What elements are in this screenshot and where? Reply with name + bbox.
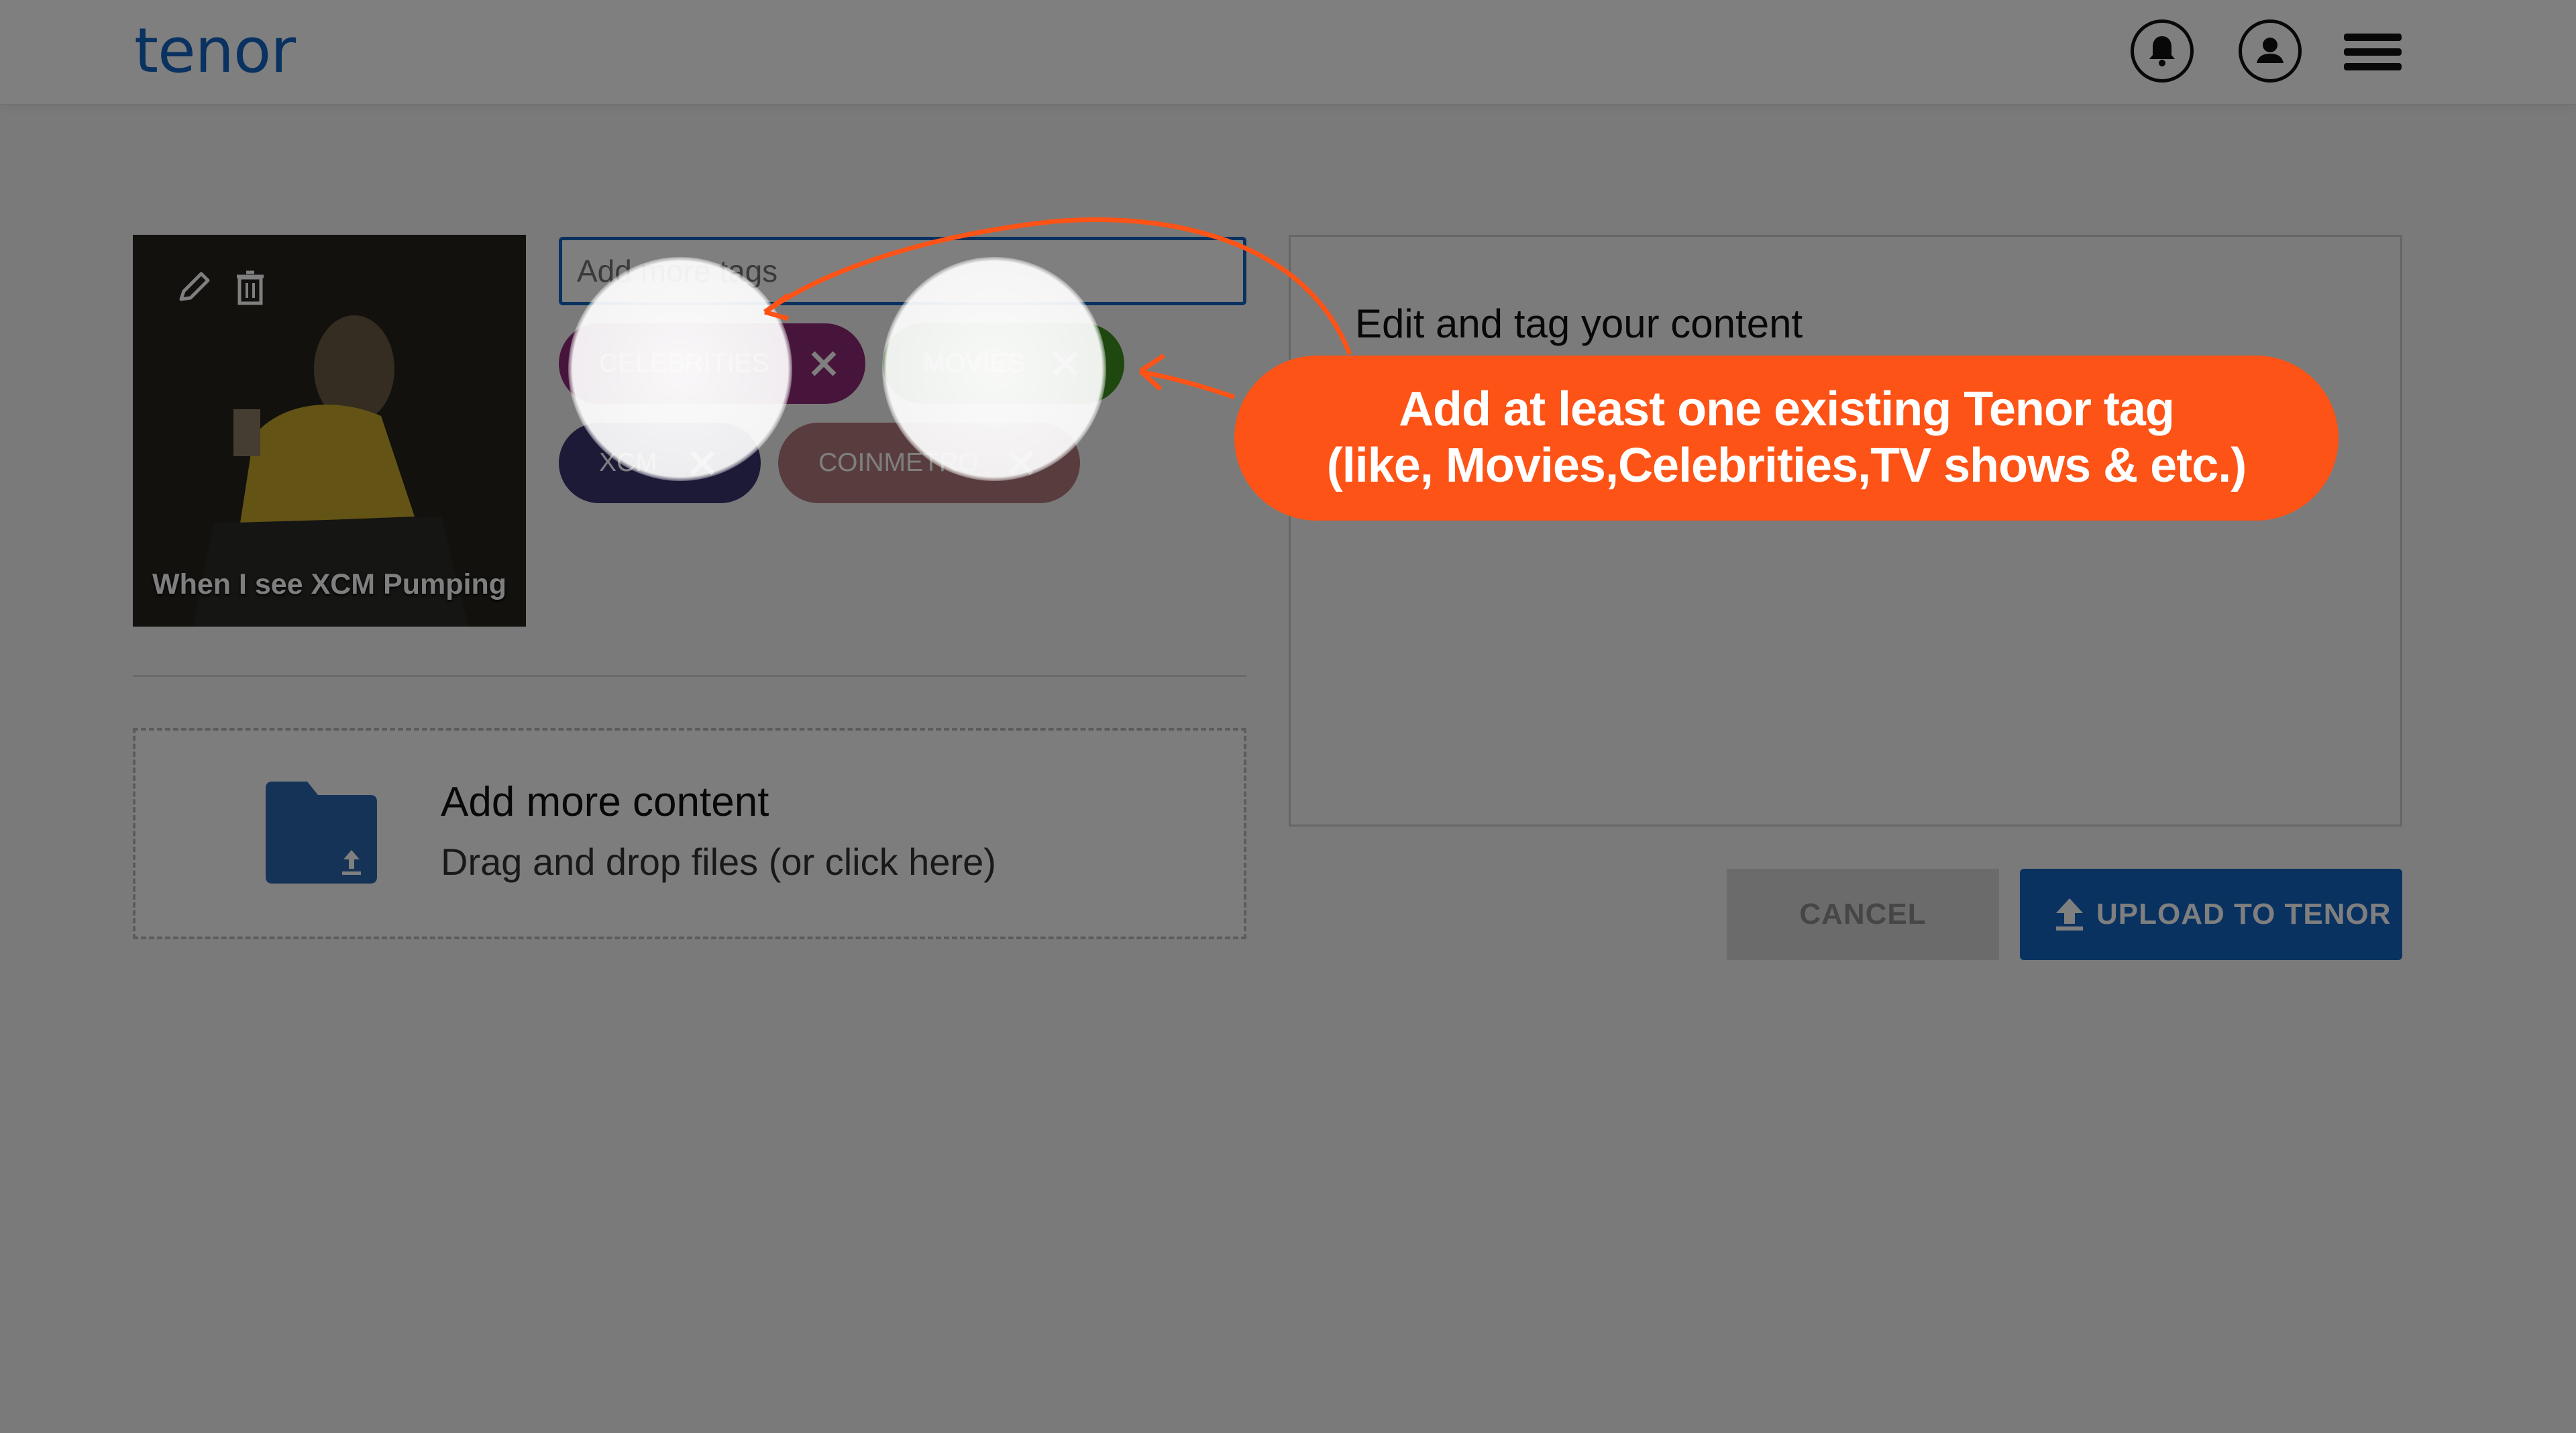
content-thumbnail[interactable]: When I see XCM Pumping (133, 235, 526, 627)
tag-chip-label: COINMETRO (818, 448, 979, 477)
trash-icon[interactable] (230, 267, 270, 307)
section-divider (133, 675, 1246, 677)
close-icon[interactable] (809, 349, 839, 378)
bell-icon (2149, 36, 2175, 66)
tag-chip-celebrities: CELEBRITIES (559, 323, 865, 404)
dropzone-subtitle: Drag and drop files (or click here) (441, 841, 996, 883)
tag-chip-label: MOVIES (923, 349, 1025, 378)
close-icon[interactable] (1006, 448, 1036, 478)
tag-chip-xcm: XCM (559, 423, 761, 503)
close-icon[interactable] (688, 448, 717, 478)
account-icon (2257, 38, 2284, 63)
tags-input[interactable] (559, 237, 1246, 305)
upload-button-label: UPLOAD TO TENOR (2096, 898, 2392, 931)
pencil-icon[interactable] (174, 267, 215, 307)
tutorial-callout: Add at least one existing Tenor tag (lik… (1234, 356, 2339, 521)
tag-chip-coinmetro: COINMETRO (778, 423, 1080, 503)
cancel-button[interactable]: CANCEL (1727, 869, 1999, 960)
tag-chip-label: CELEBRITIES (599, 349, 769, 378)
thumbnail-caption: When I see XCM Pumping (152, 568, 506, 600)
top-header: tenor (0, 0, 2576, 105)
upload-button[interactable]: UPLOAD TO TENOR (2020, 869, 2402, 960)
panel-title: Edit and tag your content (1355, 301, 1803, 346)
close-icon[interactable] (1051, 349, 1080, 378)
tag-chip-label: XCM (599, 448, 657, 477)
menu-icon[interactable] (2344, 34, 2402, 71)
notifications-button[interactable] (2131, 19, 2194, 83)
tenor-logo[interactable]: tenor (134, 15, 296, 87)
callout-line-1: Add at least one existing Tenor tag (1399, 382, 2175, 436)
tag-chip-movies: MOVIES (883, 323, 1124, 404)
folder-upload-icon (266, 782, 377, 884)
upload-icon (2056, 898, 2083, 931)
callout-line-2: (like, Movies,Celebrities,TV shows & etc… (1326, 439, 2247, 492)
dropzone-title: Add more content (441, 779, 769, 825)
account-button[interactable] (2239, 19, 2302, 83)
